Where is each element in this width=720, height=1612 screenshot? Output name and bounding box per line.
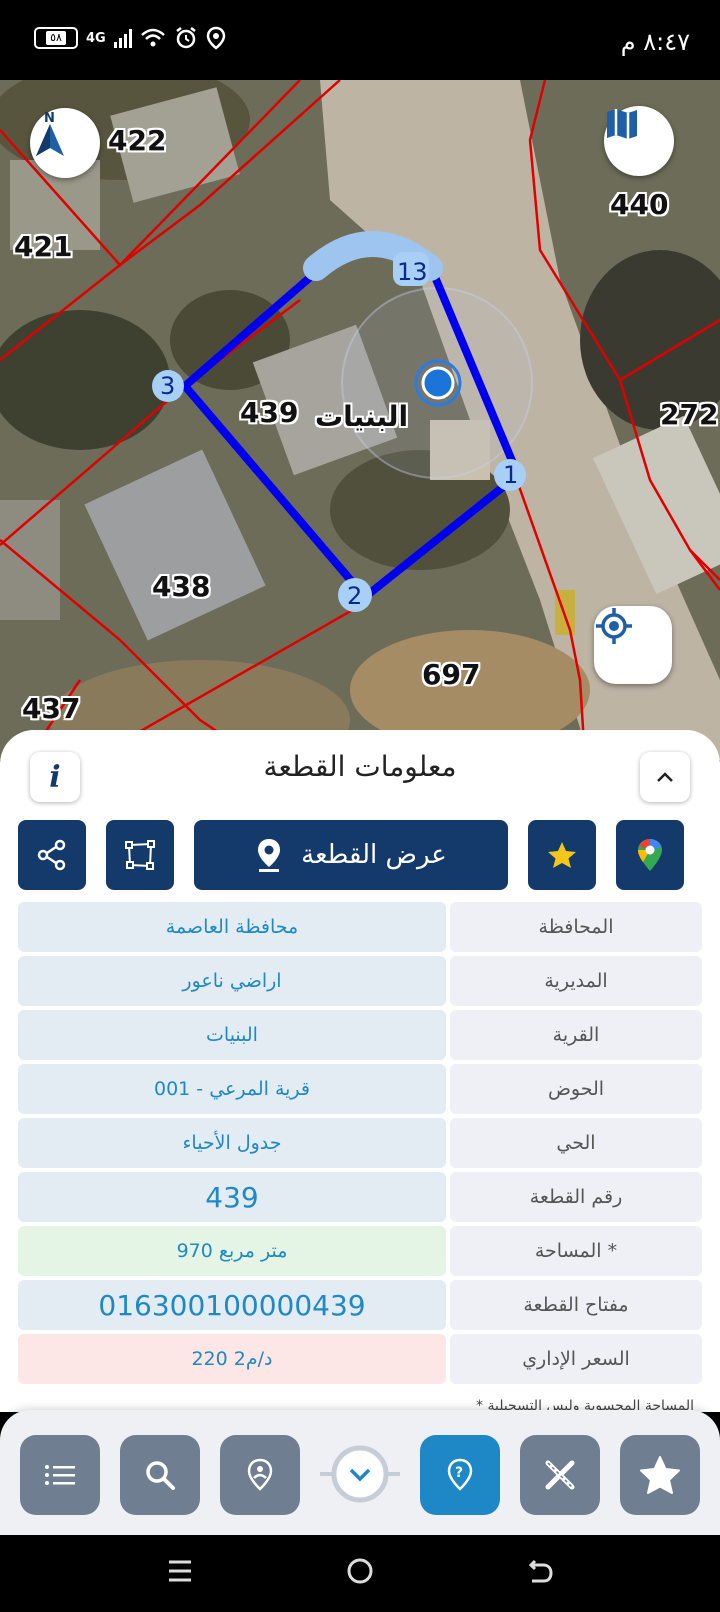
detail-value: البنيات xyxy=(18,1010,446,1060)
vertex-label: 2 xyxy=(347,582,362,610)
sheet-title: معلومات القطعة xyxy=(263,750,457,783)
detail-label: المديرية xyxy=(450,956,702,1006)
show-parcel-button[interactable]: عرض القطعة xyxy=(194,820,508,890)
expand-button[interactable] xyxy=(640,752,690,802)
help-icon: ? xyxy=(447,1458,473,1491)
home-icon xyxy=(347,1558,373,1584)
star-icon xyxy=(548,842,576,868)
back-button[interactable] xyxy=(526,1557,554,1589)
area-value: 970 متر مربع xyxy=(18,1226,446,1276)
detail-row: جدول الأحياء الحي xyxy=(18,1118,702,1168)
parcel-number-label: 437 xyxy=(22,692,81,725)
compass-button[interactable]: N xyxy=(30,108,100,178)
network-type: 4G xyxy=(86,30,106,46)
action-bar: عرض القطعة xyxy=(18,820,702,890)
detail-row: 439 رقم القطعة xyxy=(18,1172,702,1222)
parcel-number-label: 272 xyxy=(660,398,719,431)
parcel-number-label: 697 xyxy=(422,658,481,691)
recent-apps-button[interactable] xyxy=(166,1557,194,1589)
detail-value: جدول الأحياء xyxy=(18,1118,446,1168)
status-bar: ٥٨ 4G ٨:٤٧ م xyxy=(0,0,720,80)
village-label: البنيات xyxy=(315,400,409,433)
parcel-key-value[interactable]: 016300100000439 xyxy=(18,1280,446,1330)
places-button[interactable] xyxy=(220,1435,300,1515)
vertex-label: 13 xyxy=(397,258,428,286)
parcel-number-label: 438 xyxy=(152,570,211,603)
battery-level: ٥٨ xyxy=(46,31,66,45)
detail-value: قرية المرعي - 001 xyxy=(18,1064,446,1114)
price-value: 220 د/م2 xyxy=(18,1334,446,1384)
status-time: ٨:٤٧ م xyxy=(620,28,690,56)
recents-icon xyxy=(169,1560,191,1582)
detail-label: السعر الإداري xyxy=(450,1334,702,1384)
detail-label: المساحة * xyxy=(450,1226,702,1276)
parcel-number-value: 439 xyxy=(18,1172,446,1222)
detail-label: المحافظة xyxy=(450,902,702,952)
chevron-down-icon xyxy=(320,1445,400,1503)
detail-value: اراضي ناعور xyxy=(18,956,446,1006)
tools-button[interactable] xyxy=(520,1435,600,1515)
detail-row: قرية المرعي - 001 الحوض xyxy=(18,1064,702,1114)
map-layers-icon xyxy=(607,109,637,139)
location-pin-icon xyxy=(258,839,281,872)
google-maps-button[interactable] xyxy=(616,820,684,890)
share-icon xyxy=(37,839,66,871)
parcel-info-sheet: i معلومات القطعة عرض القطعة محافظة العاص… xyxy=(0,730,720,1414)
svg-text:N: N xyxy=(44,111,55,126)
parcel-number-label: 440 xyxy=(610,188,669,221)
menu-button[interactable] xyxy=(20,1435,100,1515)
detail-label: الحي xyxy=(450,1118,702,1168)
favorites-button[interactable] xyxy=(620,1435,700,1515)
share-button[interactable] xyxy=(18,820,86,890)
location-status-icon xyxy=(206,26,225,50)
detail-label: مفتاح القطعة xyxy=(450,1280,702,1330)
detail-row: البنيات القرية xyxy=(18,1010,702,1060)
locate-me-button[interactable] xyxy=(594,606,672,684)
parcel-details-table: محافظة العاصمة المحافظة اراضي ناعور المد… xyxy=(18,902,702,1388)
collapse-button[interactable] xyxy=(320,1442,400,1506)
help-button[interactable]: ? xyxy=(420,1435,500,1515)
tools-icon xyxy=(545,1460,575,1490)
show-parcel-label: عرض القطعة xyxy=(301,840,447,870)
alarm-icon xyxy=(175,27,196,49)
detail-row: اراضي ناعور المديرية xyxy=(18,956,702,1006)
battery-icon: ٥٨ xyxy=(34,27,78,49)
detail-label: القرية xyxy=(450,1010,702,1060)
vertex-label: 3 xyxy=(160,372,175,400)
favorite-icon xyxy=(640,1456,680,1494)
vertex-label: 1 xyxy=(503,461,518,489)
status-icons: ٥٨ 4G xyxy=(34,26,226,50)
bottom-toolbar: ? xyxy=(0,1410,720,1535)
place-icon xyxy=(247,1458,273,1491)
parcel-number-label: 439 xyxy=(240,396,299,429)
detail-value: محافظة العاصمة xyxy=(18,902,446,952)
map-layers-button[interactable] xyxy=(604,106,674,176)
detail-label: الحوض xyxy=(450,1064,702,1114)
home-button[interactable] xyxy=(346,1557,374,1589)
system-navigation-bar xyxy=(0,1535,720,1612)
north-arrow-icon: N xyxy=(36,111,64,156)
polygon-icon xyxy=(125,840,155,870)
search-button[interactable] xyxy=(120,1435,200,1515)
detail-row: محافظة العاصمة المحافظة xyxy=(18,902,702,952)
detail-row: 016300100000439 مفتاح القطعة xyxy=(18,1280,702,1330)
detail-row: 970 متر مربع المساحة * xyxy=(18,1226,702,1276)
parcel-number-label: 421 xyxy=(14,230,73,263)
chevron-up-icon xyxy=(657,772,673,782)
locate-icon xyxy=(596,608,632,644)
svg-text:?: ? xyxy=(455,1465,463,1481)
map-view[interactable]: 13 3 1 2 422 421 440 272 438 439 البنيات… xyxy=(0,80,720,760)
draw-polygon-button[interactable] xyxy=(106,820,174,890)
wifi-icon xyxy=(140,28,165,47)
google-maps-icon xyxy=(638,839,662,871)
detail-label: رقم القطعة xyxy=(450,1172,702,1222)
list-icon xyxy=(45,1465,75,1485)
favorite-button[interactable] xyxy=(528,820,596,890)
detail-row: 220 د/م2 السعر الإداري xyxy=(18,1334,702,1384)
back-icon xyxy=(528,1559,553,1583)
signal-icon xyxy=(113,28,132,48)
search-icon xyxy=(146,1461,175,1490)
parcel-number-label: 422 xyxy=(108,124,167,157)
